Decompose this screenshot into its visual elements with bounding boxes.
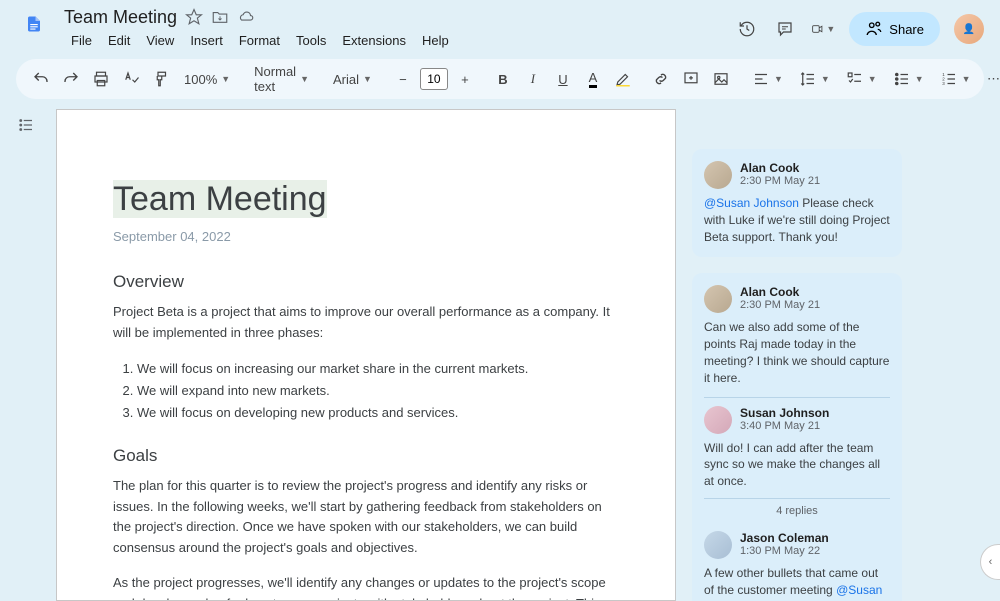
comment-author: Susan Johnson (740, 406, 829, 420)
comment-body: Can we also add some of the points Raj m… (704, 319, 890, 386)
overview-heading: Overview (113, 272, 619, 292)
comment-author: Alan Cook (740, 161, 820, 175)
document-page[interactable]: Team Meeting September 04, 2022 Overview… (56, 109, 676, 601)
comment-body: @Susan Johnson Please check with Luke if… (704, 195, 890, 245)
decrease-font-button[interactable]: − (390, 66, 416, 92)
style-select[interactable]: Normal text▼ (248, 66, 315, 92)
menu-help[interactable]: Help (415, 30, 456, 51)
page-title: Team Meeting (113, 180, 619, 219)
spellcheck-button[interactable] (118, 66, 144, 92)
star-icon[interactable] (185, 8, 203, 26)
share-label: Share (889, 22, 924, 37)
insert-image-button[interactable] (708, 66, 734, 92)
menu-tools[interactable]: Tools (289, 30, 333, 51)
underline-button[interactable]: U (550, 66, 576, 92)
list-item: We will expand into new markets. (137, 380, 619, 402)
comment-author: Jason Coleman (740, 531, 829, 545)
paint-format-button[interactable] (148, 66, 174, 92)
move-icon[interactable] (211, 8, 229, 26)
highlight-button[interactable] (610, 66, 636, 92)
avatar (704, 161, 732, 189)
menu-file[interactable]: File (64, 30, 99, 51)
bold-button[interactable]: B (490, 66, 516, 92)
menu-edit[interactable]: Edit (101, 30, 137, 51)
meet-icon[interactable]: ▼ (811, 17, 835, 41)
svg-text:3: 3 (942, 81, 945, 86)
menu-bar: File Edit View Insert Format Tools Exten… (64, 30, 723, 51)
menu-extensions[interactable]: Extensions (335, 30, 413, 51)
undo-button[interactable] (28, 66, 54, 92)
font-select[interactable]: Arial▼ (327, 66, 378, 92)
comment-thread[interactable]: Alan Cook 2:30 PM May 21 Can we also add… (692, 273, 902, 601)
avatar (704, 531, 732, 559)
cloud-status-icon[interactable] (237, 8, 255, 26)
align-select[interactable]: ▼ (746, 66, 789, 92)
increase-font-button[interactable]: + (452, 66, 478, 92)
more-button[interactable]: ⋯ (981, 66, 1000, 92)
avatar (704, 406, 732, 434)
comment-time: 1:30 PM May 22 (740, 545, 829, 557)
font-size-input[interactable] (420, 68, 448, 90)
zoom-select[interactable]: 100%▼ (178, 66, 236, 92)
comment-body: A few other bullets that came out of the… (704, 565, 890, 601)
italic-button[interactable]: I (520, 66, 546, 92)
avatar (704, 285, 732, 313)
overview-text: Project Beta is a project that aims to i… (113, 302, 619, 344)
toolbar: 100%▼ Normal text▼ Arial▼ − + B I U A ▼ … (16, 59, 984, 99)
user-avatar[interactable]: 👤 (954, 14, 984, 44)
add-comment-button[interactable] (678, 66, 704, 92)
link-button[interactable] (648, 66, 674, 92)
history-icon[interactable] (735, 17, 759, 41)
redo-button[interactable] (58, 66, 84, 92)
document-title[interactable]: Team Meeting (64, 7, 177, 28)
comment-thread[interactable]: Alan Cook 2:30 PM May 21 @Susan Johnson … (692, 149, 902, 257)
print-button[interactable] (88, 66, 114, 92)
header: Team Meeting File Edit View Insert Forma… (0, 0, 1000, 51)
menu-view[interactable]: View (139, 30, 181, 51)
share-button[interactable]: Share (849, 12, 940, 46)
goals-p1: The plan for this quarter is to review t… (113, 476, 619, 559)
docs-logo[interactable] (16, 6, 52, 42)
goals-p2: As the project progresses, we'll identif… (113, 573, 619, 601)
text-color-button[interactable]: A (580, 66, 606, 92)
number-list-select[interactable]: 123▼ (934, 66, 977, 92)
comment-author: Alan Cook (740, 285, 820, 299)
comments-icon[interactable] (773, 17, 797, 41)
goals-heading: Goals (113, 446, 619, 466)
comment-time: 3:40 PM May 21 (740, 420, 829, 432)
page-date: September 04, 2022 (113, 229, 619, 244)
phases-list: We will focus on increasing our market s… (113, 358, 619, 424)
replies-count[interactable]: 4 replies (704, 498, 890, 523)
comment-time: 2:30 PM May 21 (740, 175, 820, 187)
comment-time: 2:30 PM May 21 (740, 299, 820, 311)
list-item: We will focus on increasing our market s… (137, 358, 619, 380)
outline-toggle-icon[interactable] (12, 111, 40, 139)
comment-body: Will do! I can add after the team sync s… (704, 440, 890, 490)
menu-format[interactable]: Format (232, 30, 287, 51)
comments-sidebar: Alan Cook 2:30 PM May 21 @Susan Johnson … (692, 109, 902, 601)
line-spacing-select[interactable]: ▼ (793, 66, 836, 92)
list-item: We will focus on developing new products… (137, 402, 619, 424)
bullet-list-select[interactable]: ▼ (887, 66, 930, 92)
menu-insert[interactable]: Insert (183, 30, 230, 51)
checklist-select[interactable]: ▼ (840, 66, 883, 92)
